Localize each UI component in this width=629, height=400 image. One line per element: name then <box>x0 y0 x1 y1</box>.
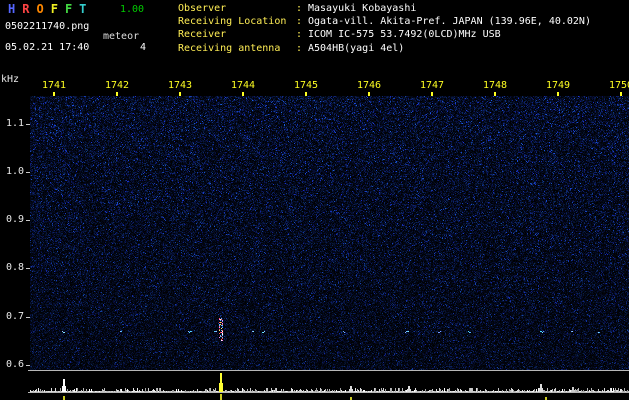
info-row: Observer: Masayuki Kobayashi <box>178 2 591 15</box>
logo-letter: F <box>50 2 58 16</box>
freq-label: 0.9 <box>5 214 24 225</box>
freq-label: 1.0 <box>5 166 24 177</box>
amplitude-canvas <box>28 371 629 392</box>
info-label: Receiving Location <box>178 16 287 28</box>
observation-info: Observer: Masayuki Kobayashi Receiving Loc… <box>178 2 591 55</box>
time-label: 1742 <box>104 80 130 91</box>
info-label: Observer <box>178 3 227 14</box>
time-label: 1745 <box>293 80 319 91</box>
time-label: 1750 <box>608 80 629 91</box>
app-version: 1.00 <box>120 4 145 15</box>
amplitude-strip <box>28 370 629 393</box>
freq-label: 0.6 <box>5 359 24 370</box>
freq-label: 0.8 <box>5 262 24 273</box>
freq-label: 0.7 <box>5 311 24 322</box>
logo-letter: R <box>22 2 30 16</box>
time-label: 1747 <box>419 80 445 91</box>
info-value: A504HB(yagi 4el) <box>308 42 405 54</box>
time-label: 1748 <box>482 80 508 91</box>
logo-letter: H <box>8 2 16 16</box>
app-logo: HROFFT <box>8 2 93 16</box>
info-row: Receiving Location: Ogata-vill. Akita-Pre… <box>178 15 591 28</box>
time-label: 1746 <box>356 80 382 91</box>
info-colon: : <box>296 3 303 14</box>
logo-letter: T <box>79 2 87 16</box>
info-colon: : <box>296 16 303 28</box>
info-value: ICOM IC-575 53.7492(0LCD)MHz USB <box>308 29 501 41</box>
info-value: Ogata-vill. Akita-Pref. JAPAN (139.96E, … <box>308 16 591 28</box>
mode-label: meteor <box>103 31 140 42</box>
output-filename: 0502211740.png <box>5 21 90 32</box>
logo-letter: F <box>64 2 73 16</box>
freq-label: 1.1 <box>5 118 24 129</box>
meteor-count: 4 <box>140 42 147 53</box>
info-label: Receiving antenna <box>178 42 281 54</box>
info-row: Receiver: ICOM IC-575 53.7492(0LCD)MHz US… <box>178 28 591 41</box>
freq-unit-label: kHz <box>1 74 20 85</box>
datetime-label: 05.02.21 17:40 <box>5 42 90 53</box>
info-row: Receiving antenna: A504HB(yagi 4el) <box>178 42 591 55</box>
meteor-marker-tick <box>63 396 65 400</box>
logo-letter: O <box>36 2 44 16</box>
time-label: 1749 <box>545 80 571 91</box>
info-colon: : <box>296 42 303 54</box>
hrofft-screen: HROFFT 1.00 0502211740.png meteor 4 05.0… <box>0 0 629 400</box>
meteor-marker-strip <box>28 393 629 400</box>
spectrogram-canvas <box>30 96 629 370</box>
time-label: 1744 <box>230 80 256 91</box>
time-label: 1743 <box>167 80 193 91</box>
info-label: Receiver <box>178 29 227 41</box>
meteor-marker-tick <box>220 394 222 400</box>
info-value: Masayuki Kobayashi <box>308 3 417 14</box>
info-colon: : <box>296 29 303 41</box>
time-label: 1741 <box>41 80 67 91</box>
